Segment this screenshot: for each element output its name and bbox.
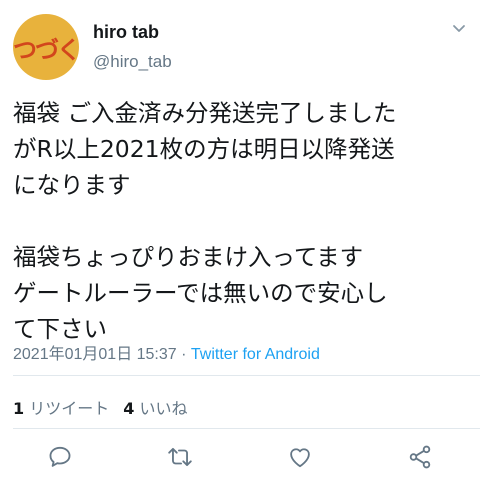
like-label: いいね bbox=[139, 399, 188, 418]
tweet-meta: 2021年01月01日 15:37 · Twitter for Android bbox=[13, 340, 320, 364]
action-bar bbox=[0, 440, 480, 480]
tweet-text: 福袋 ご入金済み分発送完了しました がR以上2021枚の方は明日以降発送 になり… bbox=[13, 99, 397, 343]
like-count: 4 bbox=[123, 399, 135, 418]
retweet-count: 1 bbox=[13, 399, 25, 418]
user-handle[interactable]: @hiro_tab bbox=[93, 52, 172, 72]
tweet-stats: 1 リツイート 4 いいね bbox=[13, 395, 188, 419]
like-icon[interactable] bbox=[287, 444, 313, 470]
divider bbox=[13, 375, 480, 376]
display-name[interactable]: hiro tab bbox=[93, 22, 159, 43]
retweet-stat[interactable]: 1 リツイート bbox=[13, 399, 109, 418]
tweet-header: つづく hiro tab @hiro_tab bbox=[0, 0, 480, 90]
share-icon[interactable] bbox=[407, 444, 433, 470]
timestamp[interactable]: 2021年01月01日 15:37 bbox=[13, 346, 177, 363]
chevron-down-icon[interactable] bbox=[452, 24, 466, 34]
reply-icon[interactable] bbox=[47, 444, 73, 470]
retweet-label: リツイート bbox=[29, 399, 110, 418]
meta-separator: · bbox=[176, 346, 191, 363]
divider bbox=[13, 428, 480, 429]
like-stat[interactable]: 4 いいね bbox=[123, 399, 187, 418]
avatar-logo: つづく bbox=[13, 35, 79, 64]
retweet-icon[interactable] bbox=[167, 444, 193, 470]
source-link[interactable]: Twitter for Android bbox=[191, 346, 320, 363]
avatar[interactable]: つづく bbox=[13, 14, 79, 80]
